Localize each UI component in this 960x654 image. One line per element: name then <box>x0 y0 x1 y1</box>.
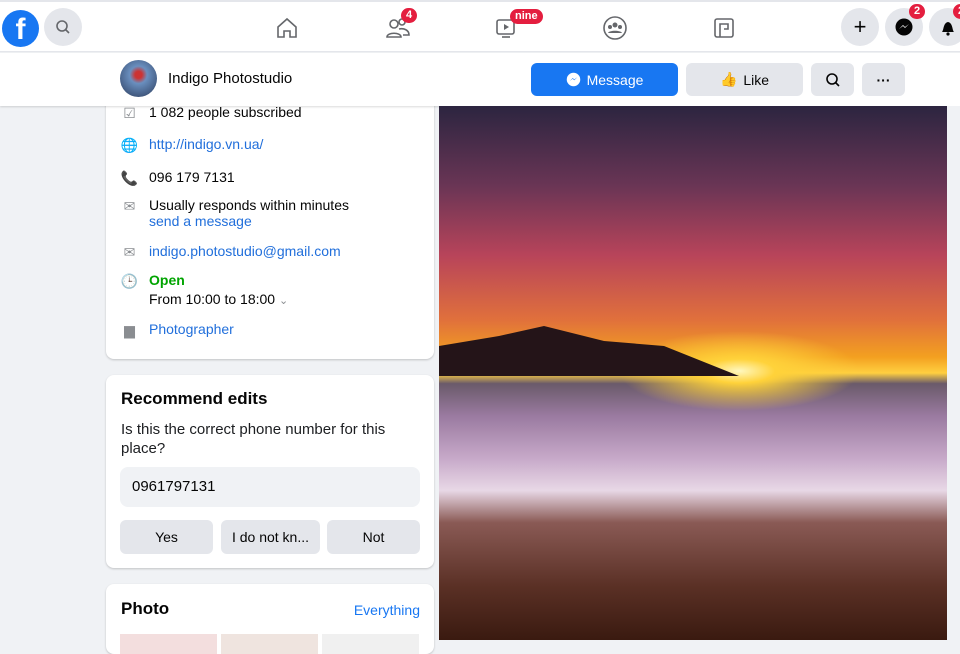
hill-silhouette <box>439 326 739 376</box>
phone-suggestion-field[interactable]: 0961797131 <box>120 467 420 507</box>
nav-watch[interactable]: nine <box>492 9 543 42</box>
search-icon <box>825 72 840 87</box>
plus-icon: + <box>853 14 867 39</box>
more-button[interactable]: ··· <box>862 63 905 96</box>
like-button[interactable]: 👍 Like <box>686 63 803 96</box>
email-link[interactable]: indigo.photostudio@gmail.com <box>149 243 341 262</box>
more-icon: ··· <box>876 71 891 88</box>
globe-icon: 🌐 <box>120 137 139 153</box>
page-scroll-gutter <box>947 106 960 640</box>
bell-icon <box>942 22 954 36</box>
see-all-photos-link[interactable]: Everything <box>354 602 420 618</box>
recommend-edits-card: Recommend edits Is this the correct phon… <box>106 375 434 568</box>
dont-know-button[interactable]: I do not kn... <box>221 520 320 554</box>
no-button[interactable]: Not <box>327 520 420 554</box>
nav-groups[interactable] <box>601 14 629 42</box>
thumbs-up-icon: 👍 <box>719 71 738 87</box>
category-icon: ▆ <box>124 322 135 338</box>
photos-card: Photo Everything <box>106 584 434 654</box>
hours-text: From 10:00 to 18:00 <box>149 291 276 307</box>
search-icon <box>56 20 70 34</box>
top-navbar: f 4 nine + 2 2 <box>0 0 960 52</box>
clock-icon: 🕒 <box>120 273 139 289</box>
messenger-icon <box>895 18 913 36</box>
search-button[interactable] <box>44 8 82 46</box>
responds-text: Usually responds within minutes <box>149 197 349 213</box>
nav-friends[interactable]: 4 <box>384 8 418 42</box>
chevron-down-icon[interactable]: ⌄ <box>279 295 288 307</box>
website-link[interactable]: http://indigo.vn.ua/ <box>149 136 263 155</box>
open-status: Open <box>149 272 185 288</box>
notifications-button[interactable]: 2 <box>929 4 960 46</box>
watch-badge: nine <box>510 9 543 24</box>
subscribers-text: 1 082 people subscribed <box>149 104 302 120</box>
like-label: Like <box>743 71 770 88</box>
page-name[interactable]: Indigo Photostudio <box>168 70 292 87</box>
phone-text: 096 179 7131 <box>149 169 235 185</box>
fast-mail-icon: ✉ <box>123 198 136 214</box>
about-card: ☑ 1 082 people subscribed 🌐 http://indigo.… <box>106 96 434 359</box>
recommend-question: Is this the correct phone number for thi… <box>121 421 386 457</box>
cover-photo[interactable] <box>439 106 947 640</box>
check-square-icon: ☑ <box>123 105 136 121</box>
category-link[interactable]: Photographer <box>149 321 234 340</box>
phone-icon: 📞 <box>120 170 139 186</box>
home-icon <box>277 17 297 38</box>
send-message-link[interactable]: send a message <box>149 213 349 229</box>
recommend-title: Recommend edits <box>121 389 268 408</box>
gaming-icon <box>714 18 734 38</box>
nav-gaming[interactable] <box>710 14 738 42</box>
page-search-button[interactable] <box>811 63 854 96</box>
photo-thumbnail[interactable] <box>322 634 419 654</box>
groups-icon <box>603 16 627 40</box>
nav-home[interactable] <box>273 14 301 42</box>
message-label: Message <box>586 71 644 88</box>
yes-button[interactable]: Yes <box>120 520 213 554</box>
messenger-badge: 2 <box>909 4 926 19</box>
facebook-logo[interactable]: f <box>2 10 39 47</box>
messenger-button[interactable]: 2 <box>885 4 926 46</box>
page-avatar[interactable] <box>120 60 157 97</box>
mail-icon: ✉ <box>123 244 136 260</box>
photo-thumbnail[interactable] <box>120 634 217 654</box>
photos-title: Photo <box>121 599 170 618</box>
friends-badge: 4 <box>401 8 418 23</box>
page-header: Indigo Photostudio Message 👍 Like ··· <box>0 53 960 106</box>
create-button[interactable]: + <box>841 8 879 46</box>
messenger-icon <box>566 72 580 87</box>
message-button[interactable]: Message <box>531 63 678 96</box>
photo-thumbnail[interactable] <box>221 634 318 654</box>
notifications-badge: 2 <box>953 4 960 19</box>
